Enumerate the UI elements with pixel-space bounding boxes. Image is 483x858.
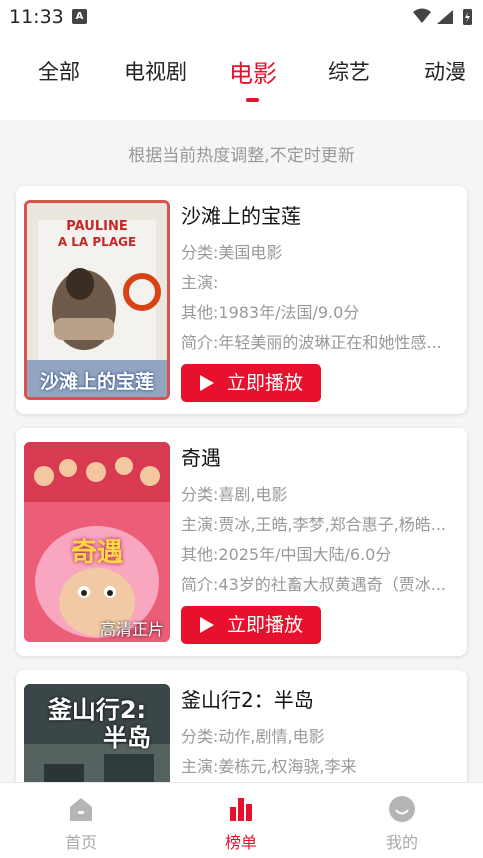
- tab-tv-series[interactable]: 电视剧: [124, 56, 187, 86]
- nav-profile[interactable]: 我的: [352, 783, 452, 858]
- home-icon: [70, 798, 92, 821]
- movie-card[interactable]: 奇遇 高清正片 奇遇 分类:喜剧,电影 主演:贾冰,王皓,李梦,郑合惠子,杨皓.…: [16, 428, 467, 656]
- tab-movies[interactable]: 电影: [229, 54, 277, 89]
- signal-icon: [437, 10, 453, 24]
- tab-anime[interactable]: 动漫: [424, 56, 466, 86]
- movie-category: 分类:动作,剧情,电影: [181, 727, 325, 746]
- nav-home[interactable]: 首页: [31, 783, 131, 858]
- movie-title: 奇遇: [181, 446, 221, 470]
- status-icons: [413, 8, 472, 25]
- ranking-notice: 根据当前热度调整,不定时更新: [128, 146, 355, 166]
- play-now-label: 立即播放: [227, 614, 304, 636]
- movie-info: 奇遇 分类:喜剧,电影 主演:贾冰,王皓,李梦,郑合惠子,杨皓... 其他:20…: [181, 442, 461, 600]
- tab-all[interactable]: 全部: [38, 56, 80, 86]
- nav-profile-label: 我的: [385, 833, 418, 852]
- movie-title: 釜山行2：半岛: [181, 688, 314, 712]
- play-now-button[interactable]: 立即播放: [181, 364, 321, 402]
- movie-synopsis: 简介:43岁的社畜大叔黄遇奇（贾冰...: [181, 575, 447, 594]
- play-icon: [200, 375, 214, 391]
- nav-ranking[interactable]: 榜单: [191, 783, 291, 858]
- movie-title: 沙滩上的宝莲: [181, 204, 301, 228]
- movie-category: 分类:喜剧,电影: [181, 485, 288, 504]
- movie-card[interactable]: PAULINE A LA PLAGE 沙滩上的宝莲 沙滩上的宝莲 分类:美国电影…: [16, 186, 467, 414]
- movie-cast: 主演:贾冰,王皓,李梦,郑合惠子,杨皓...: [181, 515, 446, 534]
- active-tab-indicator: [246, 98, 259, 102]
- nav-ranking-label: 榜单: [224, 833, 257, 852]
- bottom-navigation: 首页 榜单 我的: [0, 782, 483, 858]
- notification-icon: A: [72, 9, 87, 24]
- poster-title: 奇遇: [70, 538, 123, 568]
- play-icon: [200, 617, 214, 633]
- movie-poster[interactable]: PAULINE A LA PLAGE 沙滩上的宝莲: [24, 200, 170, 400]
- poster-top-text: PAULINE: [66, 219, 127, 234]
- poster-top-text-2: A LA PLAGE: [58, 235, 136, 249]
- movie-info: 沙滩上的宝莲 分类:美国电影 主演: 其他:1983年/法国/9.0分 简介:年…: [181, 200, 461, 358]
- poster-subtitle: 半岛: [103, 724, 151, 752]
- poster-title: 沙滩上的宝莲: [39, 371, 154, 393]
- movie-cast: 主演:: [181, 273, 219, 292]
- movie-poster[interactable]: 奇遇 高清正片: [24, 442, 170, 642]
- poster-badge: 高清正片: [99, 620, 164, 639]
- movie-info: 釜山行2：半岛 分类:动作,剧情,电影 主演:姜栋元,权海骁,李来: [181, 684, 461, 782]
- movie-other: 其他:2025年/中国大陆/6.0分: [181, 545, 392, 564]
- movie-category: 分类:美国电影: [181, 243, 283, 262]
- status-time: 11:33: [9, 6, 64, 28]
- play-now-label: 立即播放: [227, 372, 304, 394]
- tab-variety[interactable]: 综艺: [328, 56, 370, 86]
- wifi-icon: [413, 8, 431, 23]
- chart-icon: [230, 798, 252, 821]
- movie-synopsis: 简介:年轻美丽的波琳正在和她性感...: [181, 333, 442, 352]
- play-now-button[interactable]: 立即播放: [181, 606, 321, 644]
- profile-icon: [389, 796, 415, 822]
- nav-home-label: 首页: [64, 833, 97, 852]
- category-tab-bar: 全部 电视剧 电影 综艺 动漫: [0, 34, 483, 120]
- status-bar: 11:33 A: [0, 0, 483, 34]
- movie-cast: 主演:姜栋元,权海骁,李来: [181, 757, 357, 776]
- movie-other: 其他:1983年/法国/9.0分: [181, 303, 360, 322]
